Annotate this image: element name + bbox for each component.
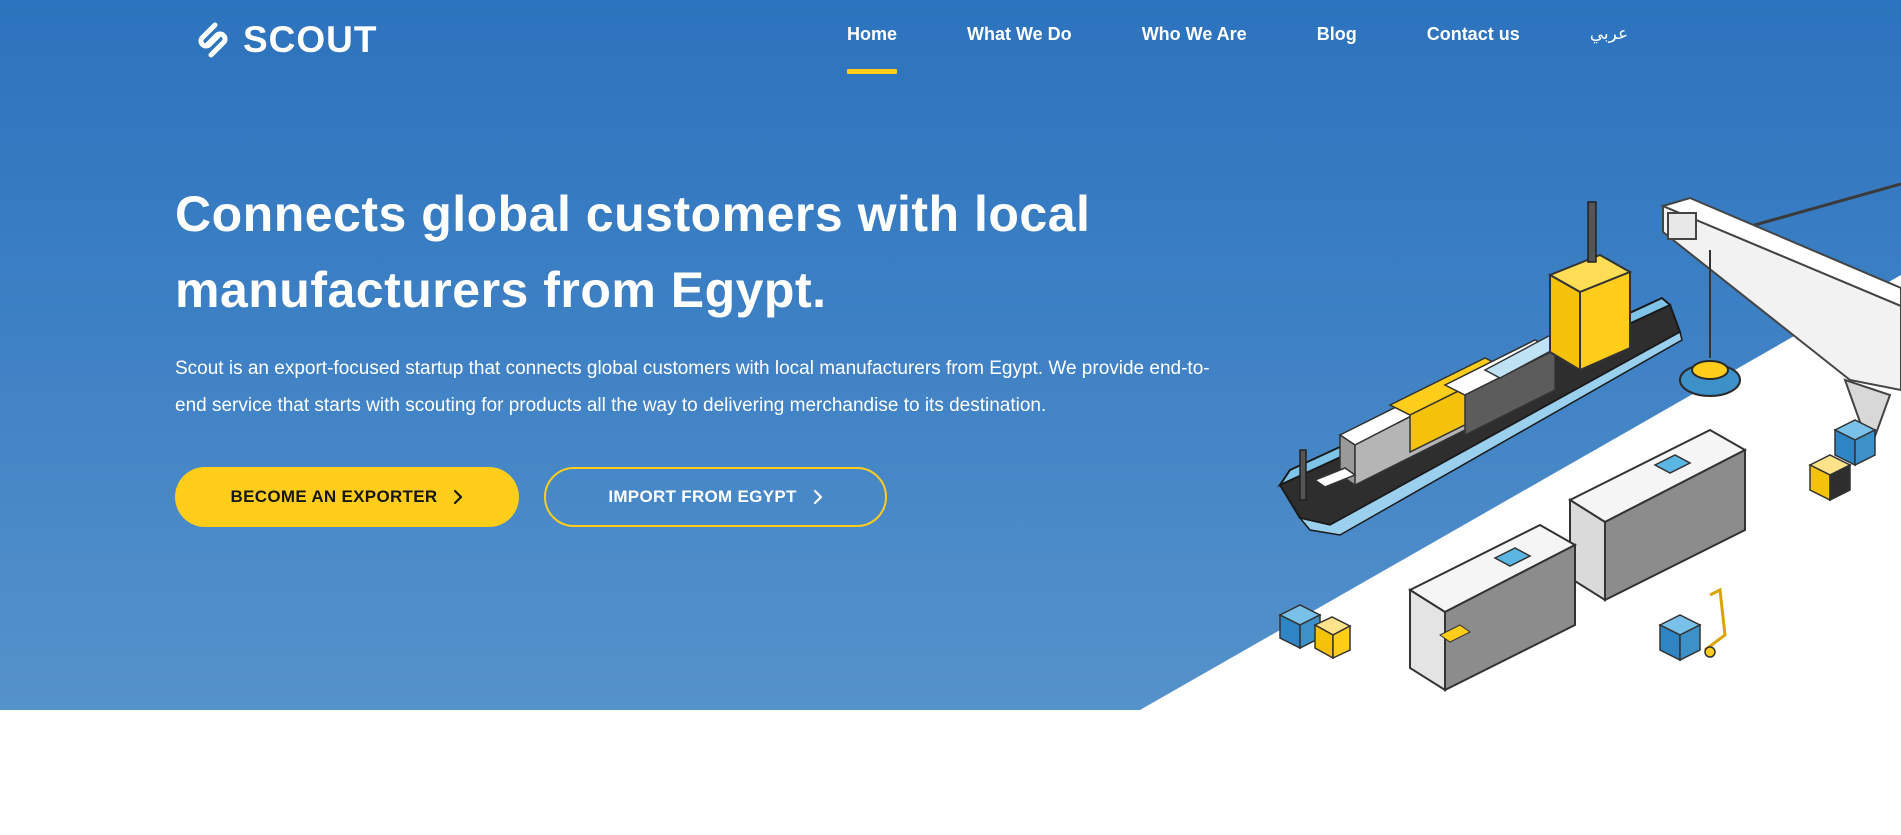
main-navigation: Home What We Do Who We Are Blog Contact … [840,24,1628,74]
chevron-right-icon [454,489,463,505]
nav-item-blog[interactable]: Blog [1317,24,1357,72]
chevron-right-icon [813,489,822,505]
crane-icon [1660,182,1901,453]
hero-section: SCOUT Home What We Do Who We Are Blog Co… [0,0,1901,710]
become-exporter-label: BECOME AN EXPORTER [230,487,438,506]
hero-headline-line-1: Connects global customers with local [175,186,1091,242]
hero-headline: Connects global customers with local man… [175,176,1175,328]
cargo-ship-port-illustration [1277,182,1901,692]
brand-logo[interactable]: SCOUT [193,19,378,60]
import-from-egypt-label: IMPORT FROM EGYPT [608,487,797,506]
cargo-box-icon [1808,419,1877,502]
nav-item-what-we-do[interactable]: What We Do [967,24,1072,72]
nav-item-language-arabic[interactable]: عربي [1590,24,1628,72]
hero-description: Scout is an export-focused startup that … [175,350,1265,424]
cargo-box-icon [1278,604,1352,660]
hand-truck-icon [1658,587,1727,662]
shipping-container-icon [1567,428,1748,602]
hero-description-line-1: Scout is an export-focused startup that … [175,358,1210,379]
brand-name: SCOUT [243,19,378,60]
nav-item-who-we-are[interactable]: Who We Are [1142,24,1247,72]
become-exporter-button[interactable]: BECOME AN EXPORTER [175,467,519,527]
nav-item-home[interactable]: Home [847,24,898,74]
shipping-container-icon [1407,523,1578,692]
nav-item-contact-us[interactable]: Contact us [1427,24,1520,72]
hero-description-line-2: end service that starts with scouting fo… [175,395,1047,416]
scout-logo-icon [198,22,228,58]
import-from-egypt-button[interactable]: IMPORT FROM EGYPT [544,467,887,527]
hero-headline-line-2: manufacturers from Egypt. [175,262,827,318]
